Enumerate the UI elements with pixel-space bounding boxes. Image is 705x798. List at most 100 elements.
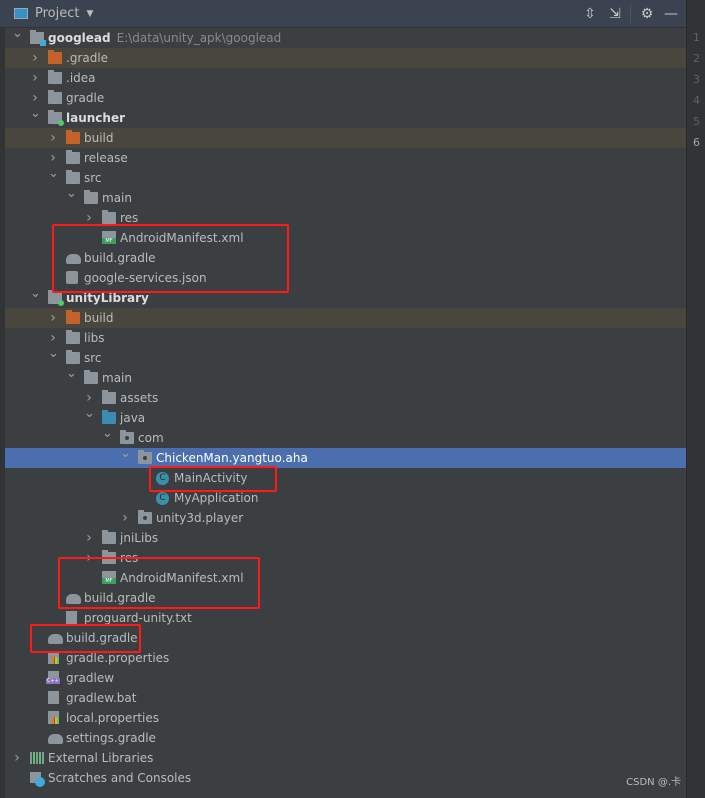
- chevron-down-icon[interactable]: ⌄: [102, 427, 113, 440]
- chevron-right-icon[interactable]: ›: [48, 131, 58, 145]
- tree-item[interactable]: › release: [5, 148, 686, 168]
- tree-item[interactable]: › .idea: [5, 68, 686, 88]
- line-number: 4: [693, 94, 700, 107]
- tree-item[interactable]: gradlew.bat: [5, 688, 686, 708]
- chevron-down-icon[interactable]: ⌄: [48, 347, 59, 360]
- item-name: gradlew: [66, 671, 115, 685]
- folder-icon: [48, 90, 62, 104]
- tree-item[interactable]: › assets: [5, 388, 686, 408]
- tree-item-label: unityLibrary: [66, 291, 149, 305]
- chevron-down-icon[interactable]: ⌄: [66, 187, 77, 200]
- watermark: CSDN @.卡: [626, 777, 681, 788]
- tree-item-label: release: [84, 151, 128, 165]
- chevron-down-icon[interactable]: ⌄: [84, 407, 95, 420]
- tree-item[interactable]: ⌄ src: [5, 167, 686, 188]
- chevron-down-icon[interactable]: ⌄: [120, 447, 131, 460]
- tree-item[interactable]: ⌄ main: [5, 367, 686, 388]
- chevron-right-icon[interactable]: ›: [120, 511, 130, 525]
- project-view-selector[interactable]: Project: [35, 6, 79, 21]
- item-name: launcher: [66, 111, 126, 125]
- tree-item-label: java: [120, 411, 145, 425]
- tree-item[interactable]: ⌄ java: [5, 407, 686, 428]
- tree-item[interactable]: › libs: [5, 328, 686, 348]
- expand-all-icon[interactable]: ⇳: [581, 5, 599, 23]
- folder-icon: [102, 210, 116, 224]
- chevron-right-icon[interactable]: ›: [84, 531, 94, 545]
- chevron-right-icon[interactable]: ›: [30, 51, 40, 65]
- tree-item[interactable]: settings.gradle: [5, 728, 686, 748]
- chevron-down-icon[interactable]: ⌄: [30, 287, 41, 300]
- folder-icon: [102, 530, 116, 544]
- item-name: java: [120, 411, 146, 425]
- package-icon: [138, 510, 152, 524]
- item-name: release: [84, 151, 128, 165]
- tree-item[interactable]: › gradle: [5, 88, 686, 108]
- chevron-right-icon[interactable]: ›: [12, 751, 22, 765]
- chevron-down-icon[interactable]: ⌄: [12, 27, 23, 40]
- chevron-right-icon[interactable]: ›: [30, 91, 40, 105]
- chevron-right-icon[interactable]: ›: [84, 211, 94, 225]
- collapse-all-icon[interactable]: ⇲: [606, 5, 624, 23]
- chevron-down-icon[interactable]: ⌄: [30, 107, 41, 120]
- tree-item[interactable]: Scratches and Consoles: [5, 768, 686, 788]
- item-name: assets: [120, 391, 159, 405]
- item-name: gradle.properties: [66, 651, 170, 665]
- folder-icon: [84, 370, 98, 384]
- line-number: 1: [693, 31, 700, 44]
- tree-item-label: libs: [84, 331, 105, 345]
- chevron-right-icon[interactable]: ›: [48, 311, 58, 325]
- chevron-down-icon[interactable]: ⌄: [48, 167, 59, 180]
- editor-gutter: 1 2 3 4 5 6: [686, 0, 705, 798]
- item-name: .gradle: [66, 51, 109, 65]
- chevron-right-icon[interactable]: ›: [48, 151, 58, 165]
- chevron-down-icon[interactable]: ⌄: [66, 367, 77, 380]
- tree-item-label: gradle.properties: [66, 651, 169, 665]
- item-name: src: [84, 351, 102, 365]
- package-icon: [120, 430, 134, 444]
- chevron-right-icon[interactable]: ›: [84, 391, 94, 405]
- tree-item[interactable]: › build: [5, 308, 686, 328]
- highlight-box: [30, 624, 141, 653]
- item-name: proguard-unity.txt: [84, 611, 192, 625]
- folder-icon: [48, 70, 62, 84]
- item-name: ChickenMan.yangtuo.aha: [156, 451, 308, 465]
- tree-item[interactable]: ⌄ ChickenMan.yangtuo.aha: [5, 447, 686, 468]
- tree-item[interactable]: ⌄ main: [5, 187, 686, 208]
- tree-item[interactable]: ⌄ com: [5, 427, 686, 448]
- tree-item[interactable]: ⌄ launcher: [5, 107, 686, 128]
- chevron-down-icon[interactable]: ▼: [86, 9, 93, 19]
- root-folder-icon: [30, 30, 46, 46]
- tree-item[interactable]: › jniLibs: [5, 528, 686, 548]
- tree-item[interactable]: C MyApplication: [5, 488, 686, 508]
- tree-item-label: main: [102, 371, 132, 385]
- tree-item[interactable]: › External Libraries: [5, 748, 686, 768]
- tree-item[interactable]: ⌄ googlead E:\data\unity_apk\googlead: [5, 27, 686, 48]
- item-name: local.properties: [66, 711, 160, 725]
- tree-item[interactable]: › .gradle: [5, 48, 686, 68]
- tree-item-label: ChickenMan.yangtuo.aha: [156, 451, 308, 465]
- tree-item[interactable]: local.properties: [5, 708, 686, 728]
- folder-blue-icon: [102, 410, 116, 424]
- tree-item-label: .gradle: [66, 51, 108, 65]
- tree-item[interactable]: C MainActivity: [5, 468, 686, 488]
- item-name: unityLibrary: [66, 291, 149, 305]
- highlight-box: [58, 557, 260, 609]
- divider: [630, 5, 631, 23]
- tree-item[interactable]: › build: [5, 128, 686, 148]
- minimize-icon[interactable]: —: [662, 5, 680, 23]
- tree-item[interactable]: ⌄ src: [5, 347, 686, 368]
- tree-item-label: main: [102, 191, 132, 205]
- folder-orange-icon: [48, 50, 62, 64]
- tree-item[interactable]: gradlew: [5, 668, 686, 688]
- tree-item-label: res: [120, 211, 138, 225]
- chevron-right-icon[interactable]: ›: [48, 331, 58, 345]
- package-icon: [138, 450, 152, 464]
- item-name: src: [84, 171, 102, 185]
- line-number: 5: [693, 115, 700, 128]
- tree-item[interactable]: › unity3d.player: [5, 508, 686, 528]
- tree-item-label: assets: [120, 391, 158, 405]
- tree-item-label: External Libraries: [48, 751, 153, 765]
- gear-icon[interactable]: ⚙: [638, 5, 656, 23]
- chevron-right-icon[interactable]: ›: [30, 71, 40, 85]
- class-icon: C: [156, 492, 169, 505]
